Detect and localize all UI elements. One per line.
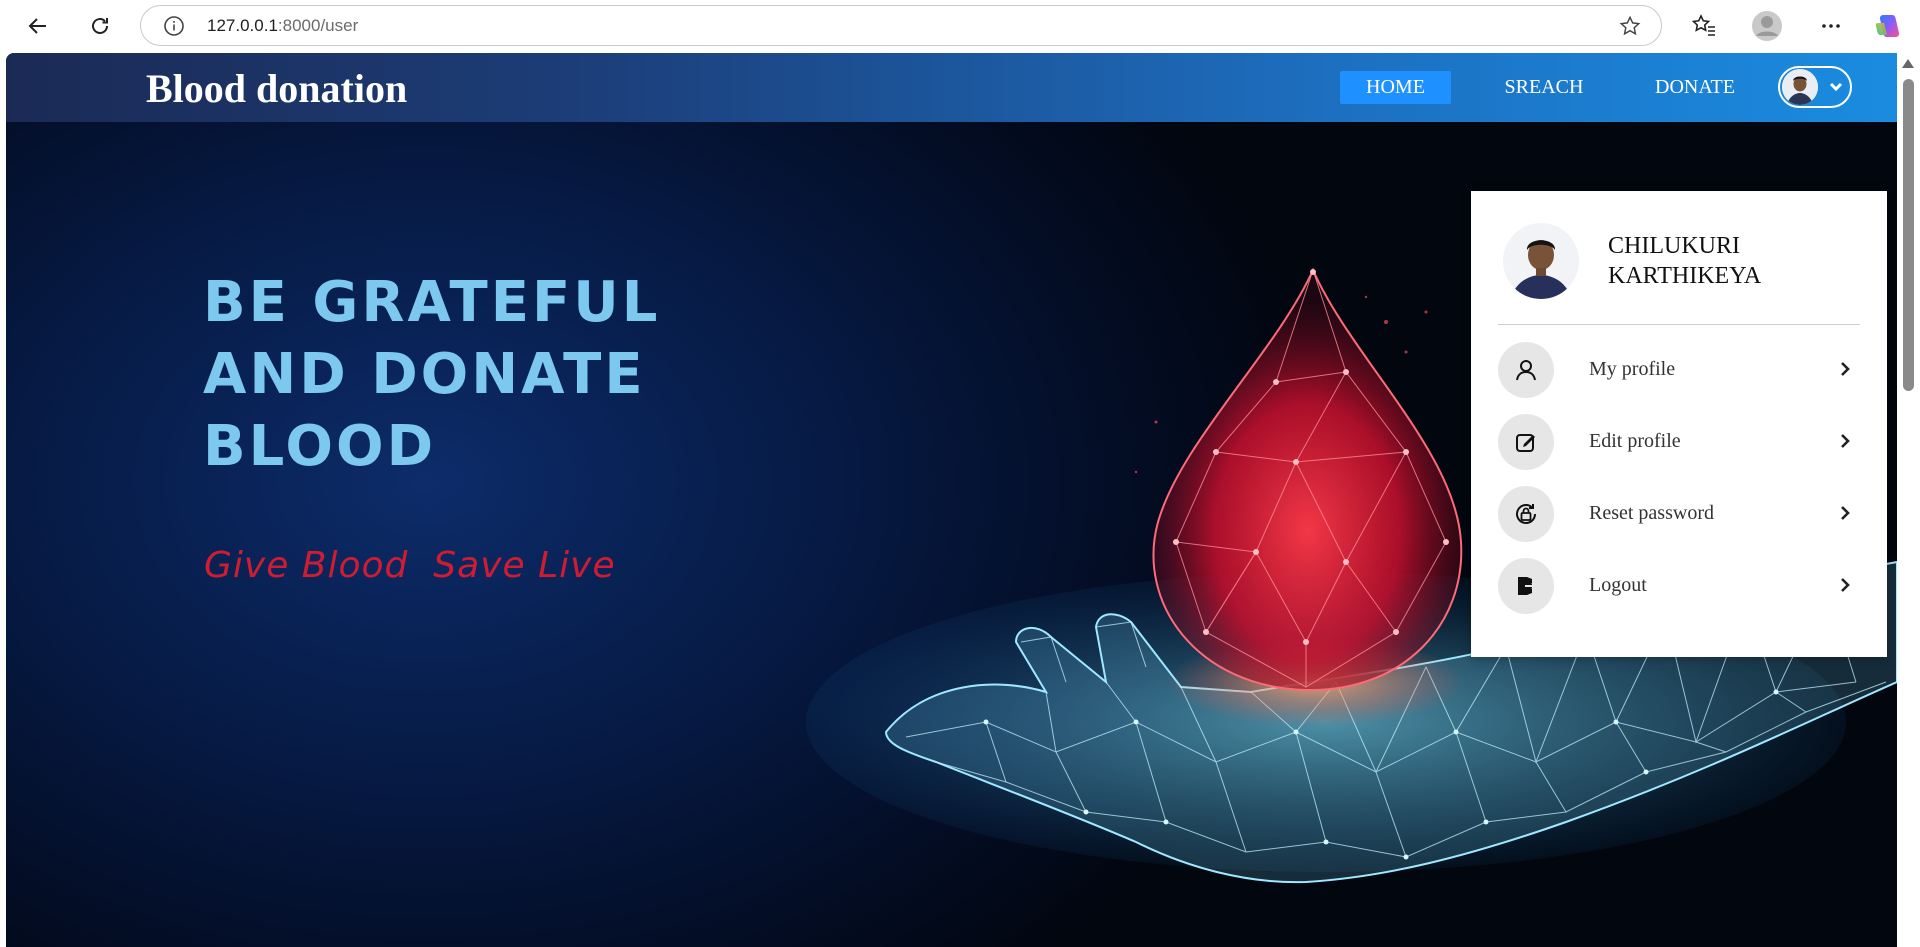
menu-divider: [1498, 324, 1860, 325]
chevron-right-icon: [1841, 362, 1850, 376]
copilot-button[interactable]: [1872, 9, 1906, 43]
info-icon[interactable]: [163, 15, 185, 42]
headline-line-3: BLOOD: [203, 414, 437, 479]
profile-menu-toggle[interactable]: [1778, 66, 1852, 108]
page-scrollbar[interactable]: [1897, 53, 1920, 947]
url-text: 127.0.0.1:8000/user: [207, 16, 358, 36]
more-icon: [1822, 24, 1840, 28]
menu-item-label: Logout: [1589, 574, 1647, 596]
url-host: 127.0.0.1: [207, 16, 278, 35]
avatar: [1782, 69, 1818, 105]
more-button[interactable]: [1814, 9, 1848, 43]
chevron-right-icon: [1841, 506, 1850, 520]
favorites-icon: [1691, 14, 1715, 36]
back-button[interactable]: [20, 8, 56, 44]
headline-line-1: BE GRATEFUL: [203, 270, 661, 335]
chevron-right-icon: [1841, 434, 1850, 448]
favorites-button[interactable]: [1687, 9, 1721, 43]
copilot-icon: [1875, 15, 1900, 37]
chevron-down-icon: [1829, 82, 1843, 92]
headline-line-2: AND DONATE: [203, 342, 646, 407]
nav-search[interactable]: SREACH: [1484, 71, 1604, 104]
user-menu-header: CHILUKURI KARTHIKEYA: [1503, 223, 1863, 303]
star-icon[interactable]: [1619, 15, 1641, 42]
back-icon: [28, 18, 46, 34]
nav-home[interactable]: HOME: [1340, 71, 1451, 104]
menu-item-reset-password[interactable]: Reset password: [1498, 486, 1860, 544]
menu-item-edit-profile[interactable]: Edit profile: [1498, 414, 1860, 472]
site-brand[interactable]: Blood donation: [146, 65, 407, 112]
chevron-right-icon: [1841, 578, 1850, 592]
menu-item-label: My profile: [1589, 358, 1676, 380]
nav-donate[interactable]: DONATE: [1636, 71, 1754, 104]
user-name-line-2: KARTHIKEYA: [1608, 263, 1762, 289]
menu-item-label: Edit profile: [1589, 430, 1681, 452]
user-icon: [1498, 342, 1554, 398]
site-navbar: Blood donation HOME SREACH DONATE: [6, 53, 1897, 122]
url-path: :8000/user: [277, 16, 359, 35]
user-name-line-1: CHILUKURI: [1608, 233, 1740, 259]
user-full-name: CHILUKURI KARTHIKEYA: [1608, 231, 1828, 291]
logout-icon: [1498, 558, 1554, 614]
reload-button[interactable]: [82, 8, 118, 44]
edit-icon: [1498, 414, 1554, 470]
menu-item-my-profile[interactable]: My profile: [1498, 342, 1860, 400]
hero-tagline: Give Blood Save Live: [204, 545, 616, 586]
profile-icon: [1752, 11, 1782, 41]
user-menu-dropdown: CHILUKURI KARTHIKEYA My profile Edit pro…: [1471, 191, 1887, 657]
hero-headline: BE GRATEFUL AND DONATE BLOOD: [203, 267, 660, 483]
menu-item-label: Reset password: [1589, 502, 1714, 524]
profile-button[interactable]: [1750, 9, 1784, 43]
scroll-up-arrow-icon[interactable]: [1902, 59, 1914, 68]
browser-toolbar: 127.0.0.1:8000/user: [0, 0, 1920, 53]
address-bar[interactable]: 127.0.0.1:8000/user: [140, 5, 1662, 46]
avatar: [1503, 223, 1579, 299]
menu-item-logout[interactable]: Logout: [1498, 558, 1860, 616]
lock-reset-icon: [1498, 486, 1554, 542]
page-viewport: BE GRATEFUL AND DONATE BLOOD Give Blood …: [6, 53, 1897, 947]
reload-icon: [92, 18, 108, 34]
scrollbar-thumb[interactable]: [1903, 79, 1914, 391]
